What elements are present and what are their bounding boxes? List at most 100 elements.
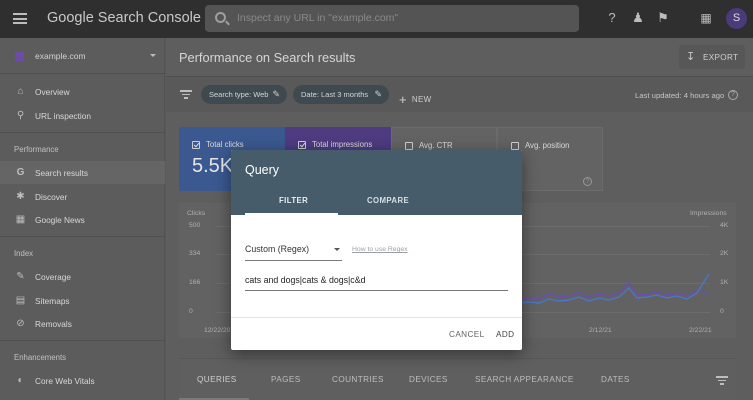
x-tick: 12/22/20 — [204, 327, 231, 334]
sidebar-item-google-news[interactable]: ▦ Google News — [0, 208, 165, 231]
checkbox[interactable] — [405, 142, 413, 150]
filter-chip-search-type[interactable]: Search type: Web ✎ — [201, 85, 287, 104]
section-performance: Performance — [14, 145, 59, 154]
section-index: Index — [14, 249, 34, 258]
left-axis-title: Clicks — [187, 210, 206, 217]
hamburger-menu-icon[interactable] — [13, 13, 27, 24]
home-icon: ⌂ — [17, 86, 24, 97]
export-button[interactable]: ↧ EXPORT — [679, 45, 745, 69]
metric-label: Avg. CTR — [419, 141, 453, 150]
export-label: EXPORT — [703, 53, 739, 62]
tab-pages[interactable]: PAGES — [271, 375, 301, 384]
sidebar-item-label: URL inspection — [35, 111, 91, 121]
sidebar-item-label: Removals — [35, 319, 72, 329]
table-filter-icon[interactable] — [716, 376, 728, 385]
new-filter-button[interactable]: + NEW — [399, 90, 432, 107]
y2-tick: 2K — [720, 250, 729, 257]
checkbox[interactable] — [298, 141, 306, 149]
y-tick: 166 — [189, 279, 201, 286]
sidebar-item-coverage[interactable]: ✎ Coverage — [0, 265, 165, 288]
divider — [0, 340, 165, 341]
tab-devices[interactable]: DEVICES — [409, 375, 448, 384]
notifications-bell-icon[interactable]: ⚑ — [656, 11, 670, 25]
sitemap-icon: ▤ — [15, 295, 26, 306]
x-tick: 2/22/21 — [689, 327, 712, 334]
sidebar-item-label: Core Web Vitals — [35, 376, 95, 386]
add-button[interactable]: ADD — [496, 330, 515, 339]
sidebar-item-url-inspection[interactable]: ⚲ URL inspection — [0, 104, 165, 127]
sidebar-item-sitemaps[interactable]: ▤ Sitemaps — [0, 289, 165, 312]
sidebar-item-removals[interactable]: ⊘ Removals — [0, 312, 165, 335]
dialog-title: Query — [245, 163, 280, 177]
download-icon: ↧ — [686, 51, 696, 63]
sidebar-item-discover[interactable]: ✱ Discover — [0, 185, 165, 208]
property-icon — [15, 52, 24, 61]
x-tick: 2/12/21 — [589, 327, 612, 334]
last-updated: Last updated: 4 hours ago — [635, 91, 725, 100]
filter-chip-date[interactable]: Date: Last 3 months ✎ — [293, 85, 389, 104]
new-label: NEW — [411, 95, 432, 104]
property-selector[interactable]: example.com — [0, 38, 165, 74]
property-name: example.com — [35, 51, 86, 61]
divider — [0, 132, 165, 133]
right-axis-title: Impressions — [690, 210, 727, 217]
search-icon — [215, 12, 226, 23]
regex-help-link[interactable]: How to use Regex — [352, 246, 408, 253]
sidebar-item-search-results[interactable]: G Search results — [0, 161, 165, 184]
chip-label: Date: Last 3 months — [301, 90, 369, 99]
sidebar: example.com ⌂ Overview ⚲ URL inspection … — [0, 38, 165, 400]
plus-icon: + — [399, 92, 407, 107]
metric-label: Total impressions — [312, 140, 373, 149]
sidebar-item-label: Coverage — [35, 272, 71, 282]
info-icon[interactable]: ? — [583, 177, 592, 186]
account-avatar[interactable]: S — [726, 8, 747, 29]
dialog-header: Query FILTER COMPARE — [231, 150, 522, 215]
tab-search-appearance[interactable]: SEARCH APPEARANCE — [475, 375, 574, 384]
dropdown-arrow-icon — [334, 248, 340, 254]
y2-tick: 4K — [720, 222, 729, 229]
help-icon[interactable]: ? — [605, 11, 619, 25]
checkbox[interactable] — [192, 141, 200, 149]
manage-users-icon[interactable]: ♟ — [631, 11, 645, 25]
clicks-series-line — [519, 273, 710, 304]
dialog-tab-filter[interactable]: FILTER — [279, 196, 308, 205]
gauge-icon: ◐ — [17, 375, 24, 386]
metric-label: Total clicks — [206, 140, 244, 149]
divider — [0, 236, 165, 237]
sidebar-item-label: Search results — [35, 168, 89, 178]
filter-bar: Search type: Web ✎ Date: Last 3 months ✎… — [166, 76, 753, 112]
y2-tick: 0 — [720, 308, 724, 315]
sidebar-item-overview[interactable]: ⌂ Overview — [0, 80, 165, 103]
match-type-select[interactable]: Custom (Regex) — [245, 243, 342, 261]
tab-countries[interactable]: COUNTRIES — [332, 375, 384, 384]
cancel-button[interactable]: CANCEL — [449, 330, 485, 339]
sidebar-item-label: Discover — [35, 192, 68, 202]
tab-dates[interactable]: DATES — [601, 375, 630, 384]
app-brand[interactable]: Google Search Console — [47, 10, 201, 26]
apps-grid-icon[interactable]: ▦ — [699, 11, 713, 25]
help-icon[interactable]: ? — [728, 90, 738, 100]
y-tick: 334 — [189, 250, 201, 257]
tab-queries[interactable]: QUERIES — [197, 375, 237, 384]
checkbox[interactable] — [511, 142, 519, 150]
section-enhancements: Enhancements — [14, 353, 67, 362]
edit-pencil-icon: ✎ — [374, 89, 382, 99]
asterisk-icon: ✱ — [16, 191, 25, 202]
news-icon: ▦ — [15, 214, 26, 225]
select-value: Custom (Regex) — [245, 244, 310, 254]
y2-tick: 1K — [720, 279, 729, 286]
dialog-tab-compare[interactable]: COMPARE — [367, 196, 409, 205]
removals-icon: ⊘ — [16, 318, 25, 329]
search-icon: ⚲ — [16, 110, 25, 121]
sidebar-item-core-web-vitals[interactable]: ◐ Core Web Vitals — [0, 369, 165, 392]
regex-input[interactable]: cats and dogs|cats & dogs|c&d — [245, 274, 508, 291]
url-inspect-search[interactable]: Inspect any URL in "example.com" — [205, 5, 579, 32]
sidebar-item-label: Sitemaps — [35, 296, 70, 306]
sidebar-item-label: Overview — [35, 87, 70, 97]
filter-icon[interactable] — [180, 90, 192, 99]
edit-pencil-icon: ✎ — [272, 89, 280, 99]
top-app-bar: Google Search Console Inspect any URL in… — [0, 0, 753, 38]
divider — [231, 317, 522, 318]
y-tick: 500 — [189, 222, 201, 229]
sidebar-item-label: Google News — [35, 215, 85, 225]
